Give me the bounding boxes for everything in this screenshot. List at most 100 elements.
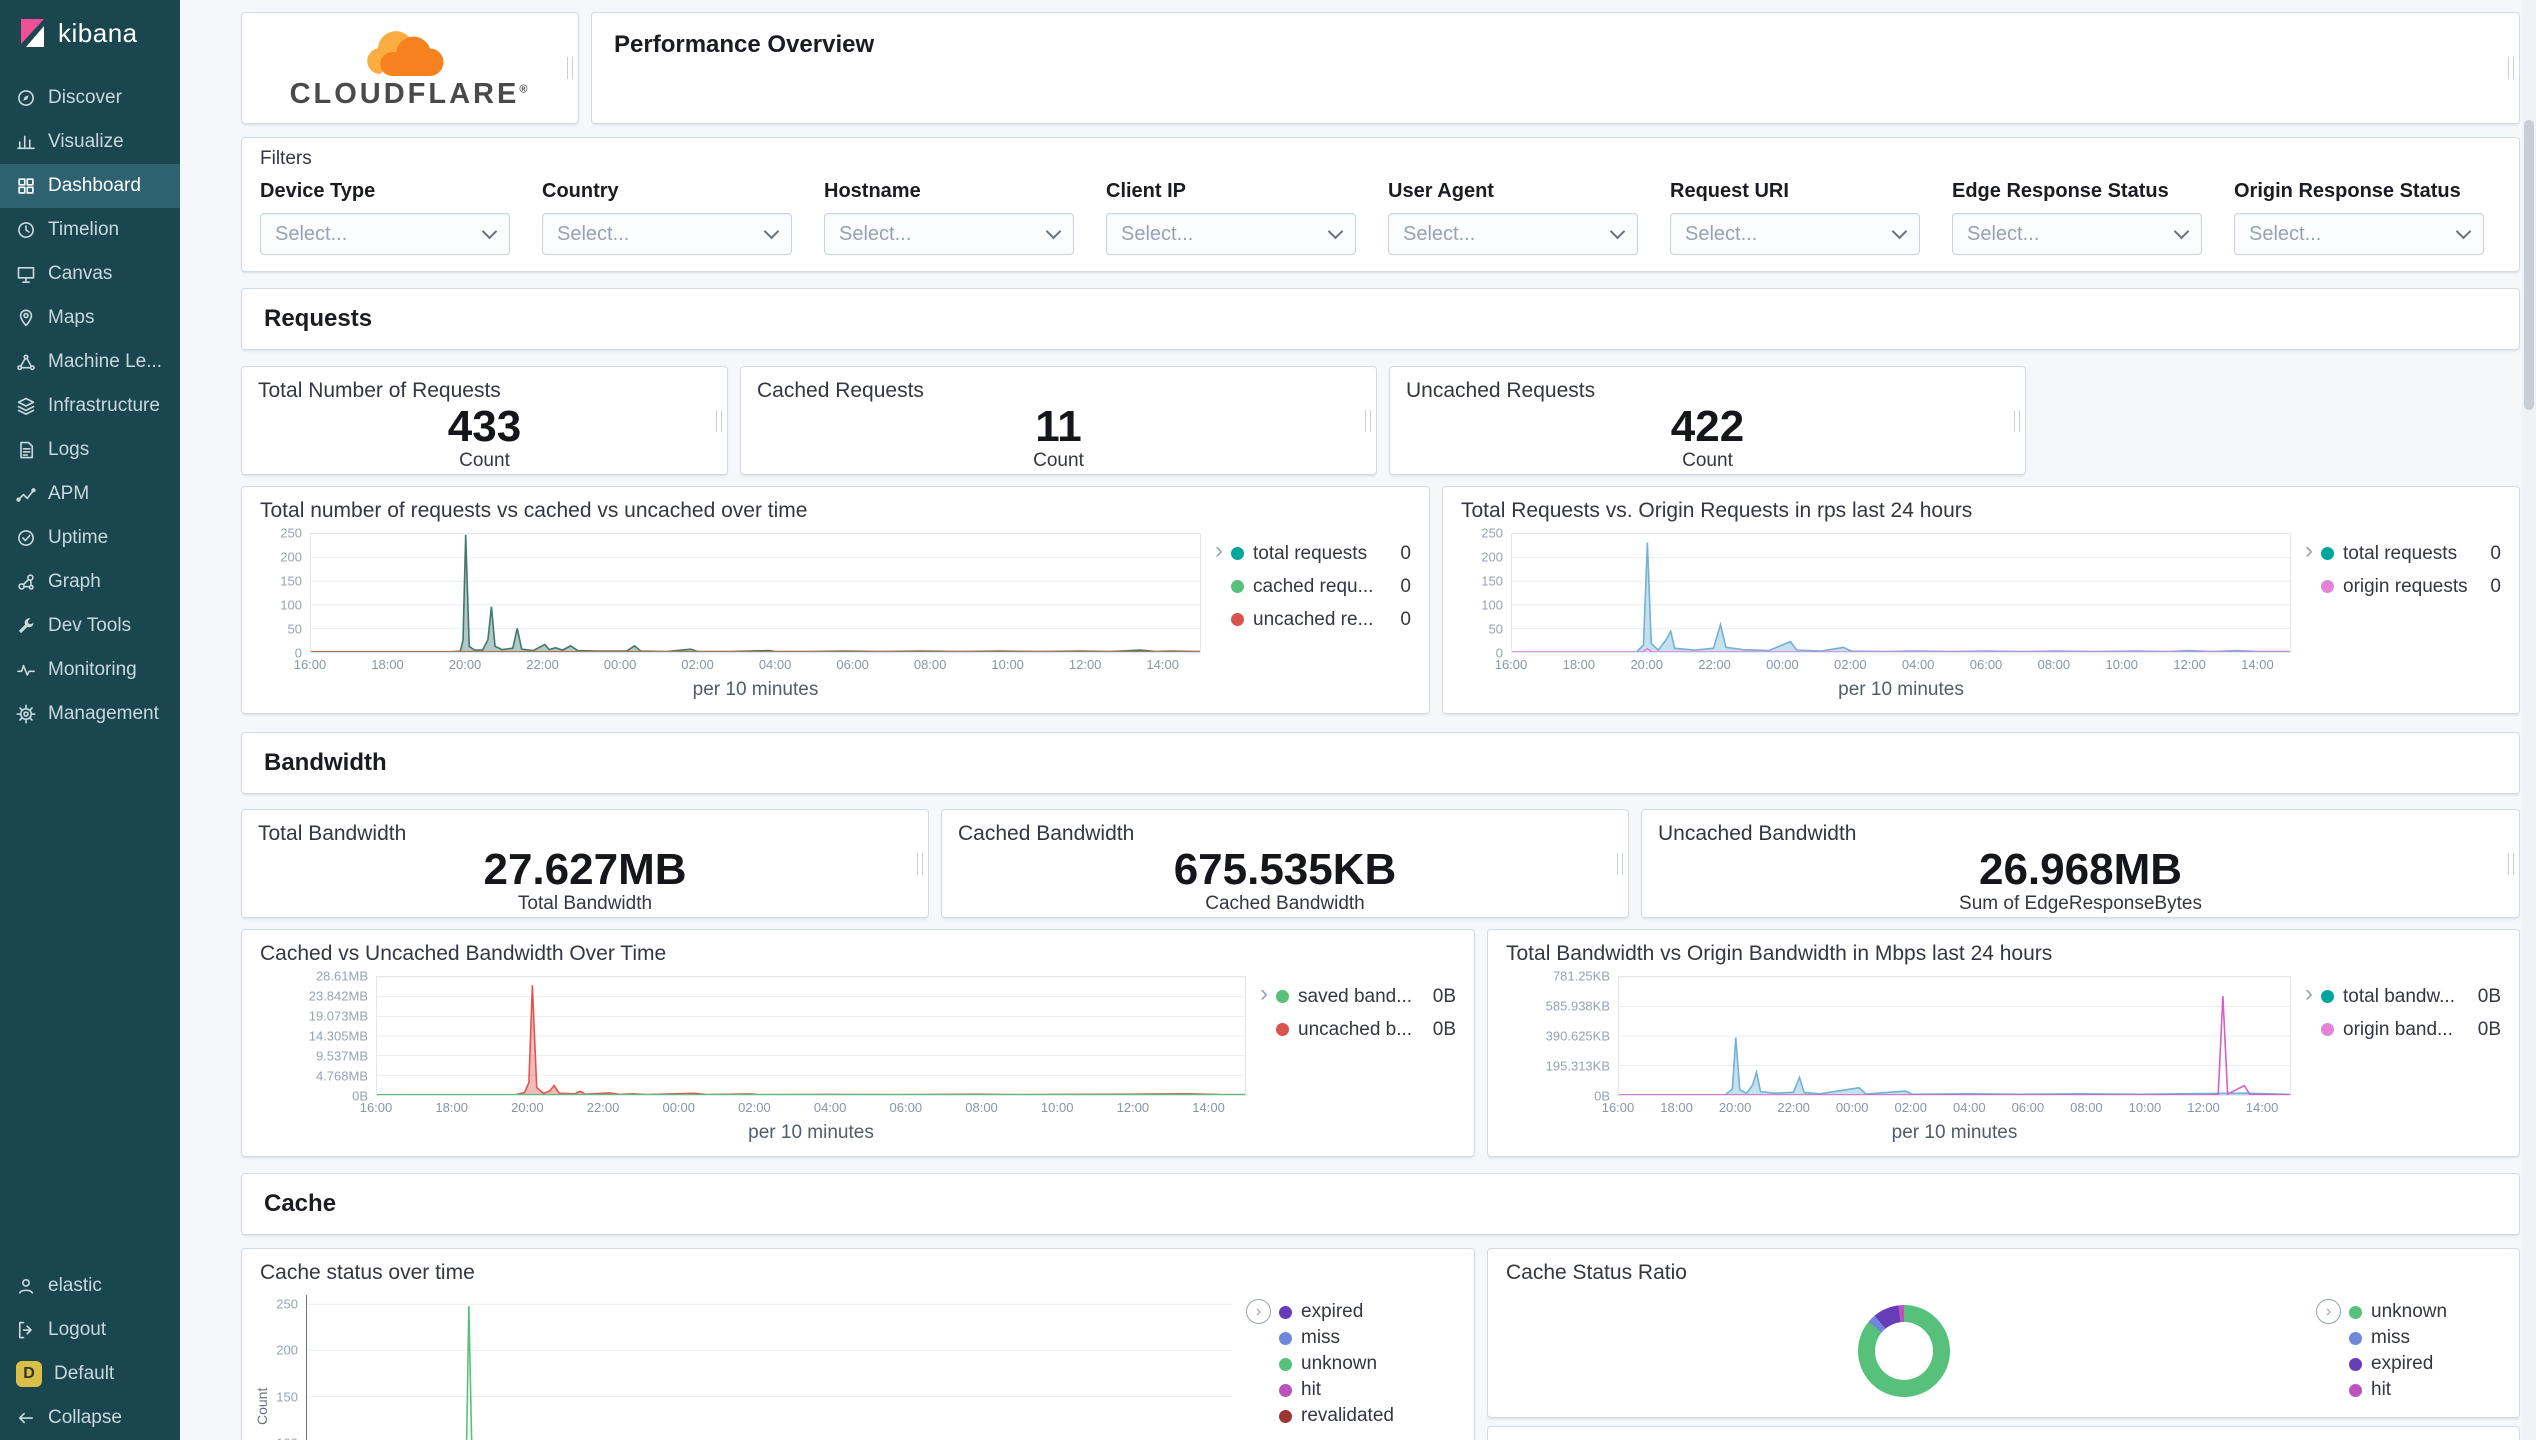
apm-icon [16,488,36,502]
sidebar-item-graph[interactable]: Graph [0,560,180,604]
legend-item[interactable]: uncached re... 0 [1231,603,1411,636]
legend-item[interactable]: miss [2349,1325,2501,1351]
metric-uncached-requests: Uncached Requests 422 Count [1389,366,2026,475]
sidebar-item-space-default[interactable]: D Default [0,1352,180,1396]
plot-area[interactable] [310,533,1201,653]
sidebar-item-dev-tools[interactable]: Dev Tools [0,604,180,648]
legend-item[interactable]: revalidated [1279,1403,1456,1429]
chevron-down-icon [1609,223,1626,239]
page-scrollbar[interactable] [2522,0,2536,1440]
sidebar-item-machine-learning[interactable]: Machine Le... [0,340,180,384]
filter-edge-response-status: Edge Response Status Select... [1952,174,2202,255]
filter-device-type: Device Type Select... [260,174,510,255]
plot-area[interactable] [306,1295,1232,1440]
resize-handle[interactable] [716,409,722,432]
sidebar-item-canvas[interactable]: Canvas [0,252,180,296]
legend-item[interactable]: unknown [1279,1351,1456,1377]
origin-response-status-select[interactable]: Select... [2234,213,2484,255]
resize-handle[interactable] [2508,852,2514,875]
kibana-logo[interactable]: kibana [0,0,180,66]
legend-dot [2349,1305,2362,1319]
registered-mark: ® [519,82,531,95]
device-type-select[interactable]: Select... [260,213,510,255]
graph-icon [18,574,34,590]
resize-handle[interactable] [1617,852,1623,875]
legend-item[interactable]: total bandw... 0B [2321,980,2501,1013]
chevron-down-icon [1327,223,1344,239]
sidebar-item-dashboard[interactable]: Dashboard [0,164,180,208]
chevron-down-icon [763,223,780,239]
legend-dot [1231,547,1244,560]
legend-item[interactable]: saved band... 0B [1276,980,1456,1013]
legend-toggle-icon[interactable]: › [1215,539,1223,636]
legend-item[interactable]: hit [2349,1377,2501,1403]
panel-requests-vs-origin: Total Requests vs. Origin Requests in rp… [1442,486,2520,714]
sidebar-item-visualize[interactable]: Visualize [0,120,180,164]
filter-country: Country Select... [542,174,792,255]
legend-item[interactable]: uncached b... 0B [1276,1013,1456,1046]
legend-item[interactable]: hit [1279,1377,1456,1403]
collapse-arrow-icon [18,1412,34,1424]
legend-item[interactable]: origin band... 0B [2321,1013,2501,1046]
cloudflare-wordmark: CLOUDFLARE® [289,77,531,110]
legend-dot [1279,1383,1292,1397]
resize-handle[interactable] [917,852,923,875]
resize-handle[interactable] [1365,409,1371,432]
legend-item[interactable]: total requests 0 [1231,537,1411,570]
legend-toggle-icon[interactable]: › [1260,982,1268,1046]
legend-toggle-icon[interactable]: › [2316,1299,2341,1324]
cache-status-donut[interactable] [1858,1305,1950,1397]
legend-toggle-icon[interactable]: › [2305,982,2313,1046]
legend-dot [2321,1023,2334,1036]
legend-item[interactable]: unknown [2349,1299,2501,1325]
legend-toggle-icon[interactable]: › [1246,1299,1271,1324]
legend-item[interactable]: origin requests 0 [2321,570,2501,603]
legend-toggle-icon[interactable]: › [2305,539,2313,603]
sidebar-item-monitoring[interactable]: Monitoring [0,648,180,692]
user-agent-select[interactable]: Select... [1388,213,1638,255]
sidebar-item-timelion[interactable]: Timelion [0,208,180,252]
scrollbar-thumb[interactable] [2524,120,2534,410]
sidebar-item-management[interactable]: Management [0,692,180,736]
legend-item[interactable]: total requests 0 [2321,537,2501,570]
sidebar-item-apm[interactable]: APM [0,472,180,516]
plot-area[interactable] [376,976,1246,1096]
client-ip-select[interactable]: Select... [1106,213,1356,255]
sidebar-item-logs[interactable]: Logs [0,428,180,472]
x-axis: 16:00 18:00 20:00 22:00 00:00 02:00 04:00 06:00… [1494,657,2274,672]
cloudflare-logo-panel: CLOUDFLARE® [241,12,579,124]
sidebar-item-elastic-user[interactable]: elastic [0,1264,180,1308]
chevron-down-icon [1045,223,1062,239]
legend-dot [2349,1383,2362,1397]
sidebar: kibana Discover Visualize Dashboard Time… [0,0,180,1440]
legend-dot [2321,547,2334,560]
y-axis: 781.25KB 585.938KB 390.625KB 195.313KB 0B [1545,968,1610,1104]
legend-item[interactable]: cached requ... 0 [1231,570,1411,603]
plot-area[interactable] [1511,533,2291,653]
resize-handle[interactable] [567,57,573,79]
chart-legend: › total requests 0 origin requests 0 [2305,537,2501,603]
request-uri-select[interactable]: Select... [1670,213,1920,255]
chevron-down-icon [1891,223,1908,239]
country-select[interactable]: Select... [542,213,792,255]
sidebar-item-uptime[interactable]: Uptime [0,516,180,560]
sidebar-item-maps[interactable]: Maps [0,296,180,340]
sidebar-item-discover[interactable]: Discover [0,76,180,120]
edge-response-status-select[interactable]: Select... [1952,213,2202,255]
legend-item[interactable]: expired [2349,1351,2501,1377]
chart-legend: › total bandw... 0B origin band... 0B [2305,980,2501,1046]
chart-legend: › saved band... 0B uncached b... 0B [1260,980,1456,1046]
resize-handle[interactable] [2014,409,2020,432]
legend-dot [1276,1023,1289,1036]
legend-item[interactable]: expired [1279,1299,1456,1325]
space-default-badge: D [16,1361,42,1387]
cloudflare-logo: CLOUDFLARE® [290,26,531,111]
resize-handle[interactable] [2508,57,2514,79]
sidebar-item-logout[interactable]: Logout [0,1308,180,1352]
sidebar-item-collapse[interactable]: Collapse [0,1396,180,1440]
plot-area[interactable] [1618,976,2291,1096]
donut-hole [1875,1322,1933,1380]
sidebar-item-infrastructure[interactable]: Infrastructure [0,384,180,428]
legend-item[interactable]: miss [1279,1325,1456,1351]
hostname-select[interactable]: Select... [824,213,1074,255]
